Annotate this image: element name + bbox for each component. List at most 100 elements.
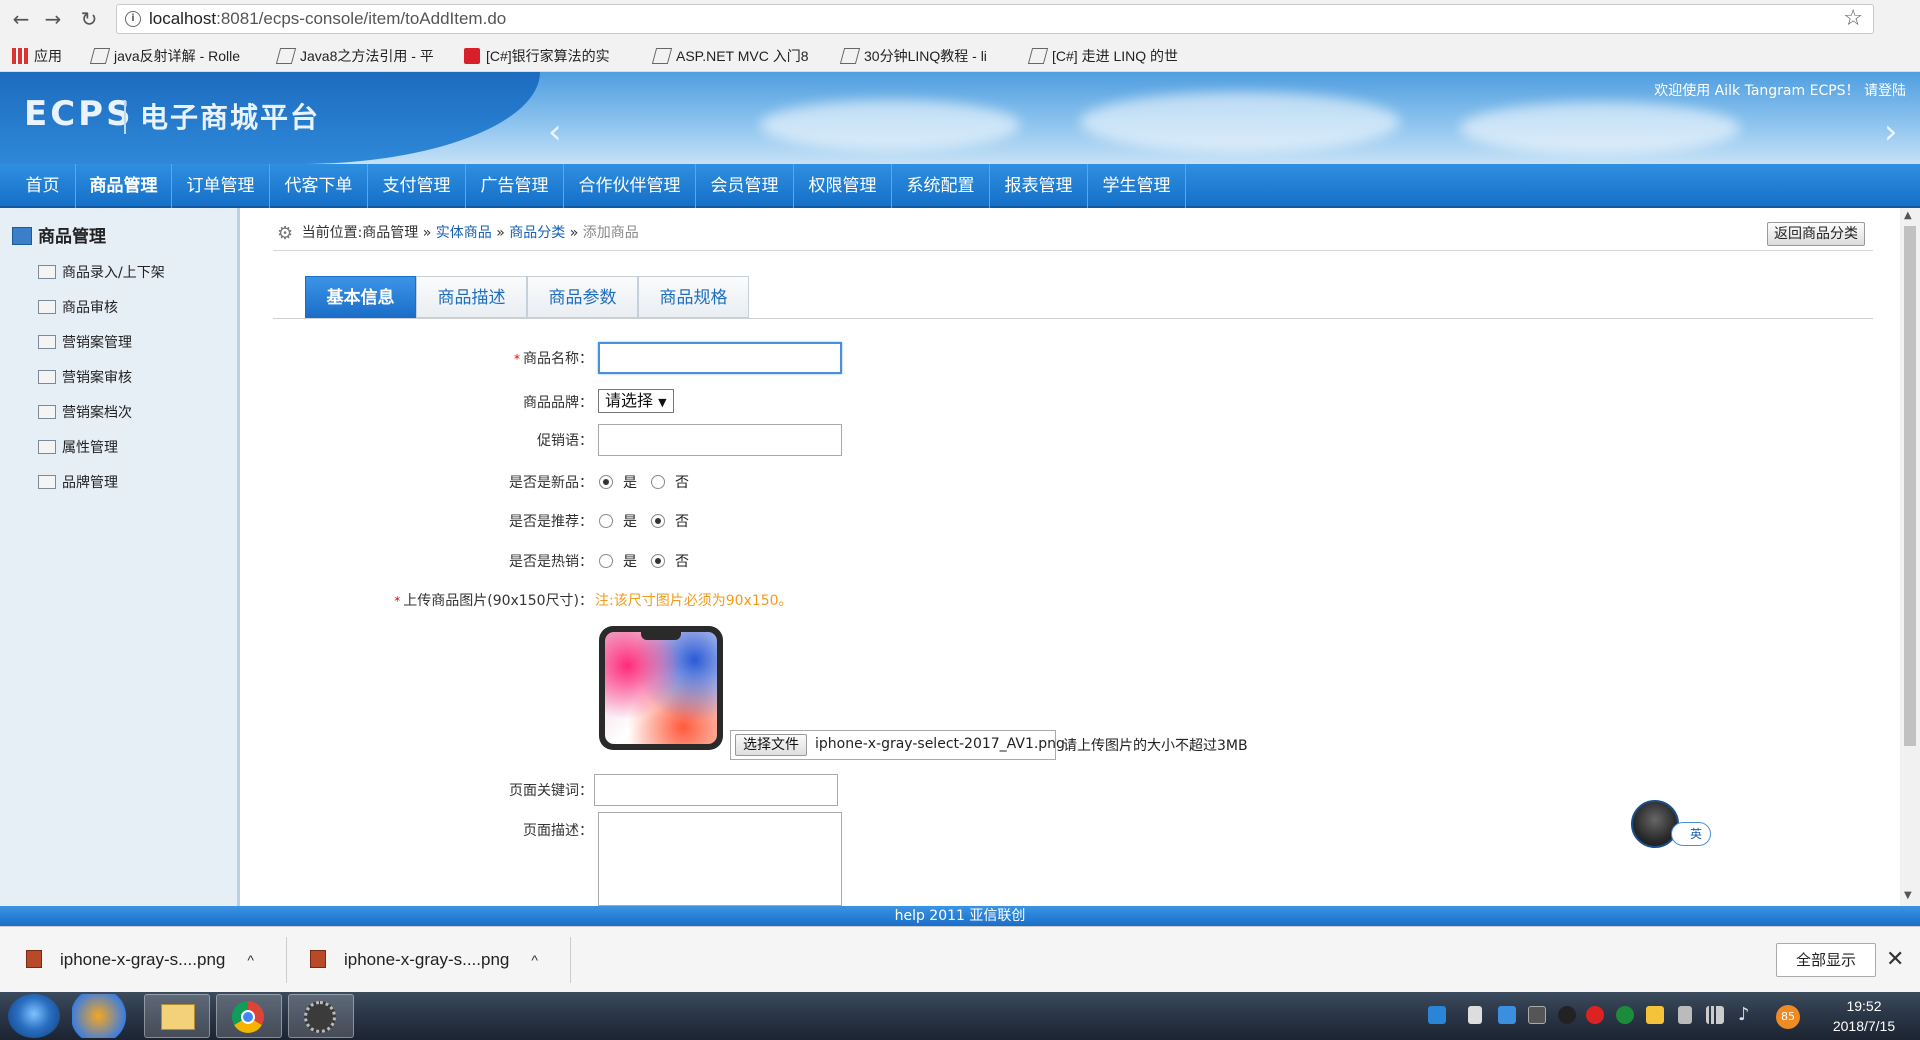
scroll-thumb[interactable] <box>1904 226 1916 746</box>
forward-arrow-icon[interactable]: → <box>40 6 66 32</box>
brand-select[interactable]: 请选择 ▼ <box>598 389 674 413</box>
url-text[interactable]: localhost:8081/ecps-console/item/toAddIt… <box>149 9 506 29</box>
bookmark-item[interactable]: [C#] 走进 LINQ 的世 <box>1027 46 1178 66</box>
tab-specs[interactable]: 商品规格 <box>638 276 749 318</box>
product-name-input[interactable] <box>598 342 842 374</box>
security-tray-icon[interactable] <box>1646 1006 1664 1024</box>
app-launcher-icon[interactable] <box>72 994 138 1038</box>
bookmark-star-icon[interactable]: ☆ <box>1843 6 1863 31</box>
file-input[interactable]: 选择文件 iphone-x-gray-select-2017_AV1.png <box>730 730 1065 760</box>
sidebar-item-attributes[interactable]: 属性管理 <box>38 437 118 457</box>
close-icon[interactable]: ✕ <box>1886 947 1904 972</box>
notification-badge[interactable]: 85 <box>1776 1005 1800 1029</box>
page-icon <box>38 300 56 314</box>
sidebar-item-product-review[interactable]: 商品审核 <box>38 297 118 317</box>
is-hot-no-radio[interactable] <box>651 554 665 568</box>
back-to-category-button[interactable]: 返回商品分类 <box>1767 222 1865 246</box>
choose-file-button[interactable]: 选择文件 <box>735 734 807 756</box>
download-item[interactable]: iphone-x-gray-s....png ^ <box>310 943 538 977</box>
show-all-button[interactable]: 全部显示 <box>1776 943 1876 977</box>
sidebar-item-campaign-tier[interactable]: 营销案档次 <box>38 402 132 422</box>
tab-basic-info[interactable]: 基本信息 <box>305 276 416 318</box>
nav-system[interactable]: 系统配置 <box>892 164 990 208</box>
chrome-icon[interactable] <box>216 994 282 1038</box>
nav-permission[interactable]: 权限管理 <box>794 164 892 208</box>
qq-penguin-icon[interactable] <box>1558 1006 1576 1024</box>
bookmark-item[interactable]: ASP.NET MVC 入门8 <box>651 46 809 66</box>
reload-icon[interactable]: ↻ <box>76 6 102 32</box>
taskbar: ♪ 85 19:52 2018/7/15 <box>0 992 1920 1040</box>
address-bar[interactable]: i localhost:8081/ecps-console/item/toAdd… <box>116 4 1874 34</box>
bookmark-item[interactable]: Java8之方法引用 - 平 <box>275 46 434 66</box>
is-hot-yes-radio[interactable] <box>599 554 613 568</box>
ime-avatar[interactable] <box>1631 800 1679 848</box>
signal-icon[interactable] <box>1706 1006 1724 1024</box>
nav-product[interactable]: 商品管理 <box>76 164 172 208</box>
bookmark-item[interactable]: 30分钟LINQ教程 - li <box>839 46 987 66</box>
phone-notch <box>641 632 681 640</box>
bookmark-item[interactable]: java反射详解 - Rolle <box>89 46 240 66</box>
keywords-label: 页面关键词： <box>509 783 593 799</box>
start-button[interactable] <box>8 994 60 1038</box>
nav-students[interactable]: 学生管理 <box>1088 164 1186 208</box>
info-icon[interactable]: i <box>125 11 141 27</box>
divider <box>286 937 287 983</box>
chevron-up-icon[interactable]: ^ <box>247 952 254 968</box>
promo-input[interactable] <box>598 424 842 456</box>
bookmark-item[interactable]: [C#]银行家算法的实 <box>464 46 610 66</box>
radio-label: 否 <box>675 475 689 491</box>
folder-icon <box>161 1004 195 1030</box>
ime-language-toggle[interactable]: 英 <box>1671 822 1711 846</box>
chevron-up-icon[interactable]: ^ <box>531 952 538 968</box>
back-arrow-icon[interactable]: ← <box>8 6 34 32</box>
file-explorer-icon[interactable] <box>144 994 210 1038</box>
monitor-tray-icon[interactable] <box>1528 1006 1546 1024</box>
is-new-yes-radio[interactable] <box>599 475 613 489</box>
welcome-text[interactable]: 欢迎使用 Ailk Tangram ECPS！ 请登陆 <box>1654 80 1906 100</box>
sidebar-item-brands[interactable]: 品牌管理 <box>38 472 118 492</box>
keywords-input[interactable] <box>594 774 838 806</box>
breadcrumb-link-category[interactable]: 商品分类 <box>509 225 565 241</box>
breadcrumb-link-physical[interactable]: 实体商品 <box>436 225 492 241</box>
nav-ads[interactable]: 广告管理 <box>466 164 564 208</box>
clock[interactable]: 19:52 2018/7/15 <box>1814 996 1914 1036</box>
sidebar-item-campaign[interactable]: 营销案管理 <box>38 332 132 352</box>
sidebar-item-product-entry[interactable]: 商品录入/上下架 <box>38 262 165 282</box>
battery-icon[interactable] <box>1678 1006 1692 1024</box>
browser-toolbar: ← → ↻ i localhost:8081/ecps-console/item… <box>0 0 1920 38</box>
nav-home[interactable]: 首页 <box>10 164 76 208</box>
nav-order[interactable]: 订单管理 <box>172 164 270 208</box>
tab-description[interactable]: 商品描述 <box>416 276 527 318</box>
nav-member[interactable]: 会员管理 <box>696 164 794 208</box>
nav-payment[interactable]: 支付管理 <box>368 164 466 208</box>
scroll-down-icon[interactable]: ▼ <box>1904 890 1912 901</box>
cloud-decoration <box>1460 102 1740 154</box>
sidebar-item-campaign-review[interactable]: 营销案审核 <box>38 367 132 387</box>
qq-tray-icon[interactable] <box>1428 1006 1446 1024</box>
is-recommend-no-radio[interactable] <box>651 514 665 528</box>
nav-partner[interactable]: 合作伙伴管理 <box>564 164 696 208</box>
scroll-up-icon[interactable]: ▲ <box>1904 210 1912 221</box>
divider <box>273 318 1873 319</box>
cloud-decoration <box>1080 92 1400 152</box>
page-description-textarea[interactable] <box>598 812 842 906</box>
ime-widget[interactable]: 英 <box>1631 800 1711 848</box>
download-item[interactable]: iphone-x-gray-s....png ^ <box>26 943 254 977</box>
tab-parameters[interactable]: 商品参数 <box>527 276 638 318</box>
360-tray-icon[interactable] <box>1616 1006 1634 1024</box>
network-tray-icon[interactable] <box>1468 1006 1482 1024</box>
is-recommend-yes-radio[interactable] <box>599 514 613 528</box>
nav-reports[interactable]: 报表管理 <box>990 164 1088 208</box>
weibo-tray-icon[interactable] <box>1586 1006 1604 1024</box>
volume-icon[interactable]: ♪ <box>1738 1004 1750 1025</box>
radio-label: 是 <box>623 554 637 570</box>
ide-icon[interactable] <box>288 994 354 1038</box>
page-scrollbar[interactable]: ▲ ▼ <box>1900 208 1920 906</box>
is-new-no-radio[interactable] <box>651 475 665 489</box>
bookmark-apps[interactable]: 应用 <box>12 46 62 66</box>
nav-proxy-order[interactable]: 代客下单 <box>270 164 368 208</box>
notes-tray-icon[interactable] <box>1498 1006 1516 1024</box>
image-file-icon <box>310 950 326 968</box>
banner-prev-icon[interactable]: ‹ <box>548 112 562 152</box>
banner-next-icon[interactable]: › <box>1884 112 1898 152</box>
